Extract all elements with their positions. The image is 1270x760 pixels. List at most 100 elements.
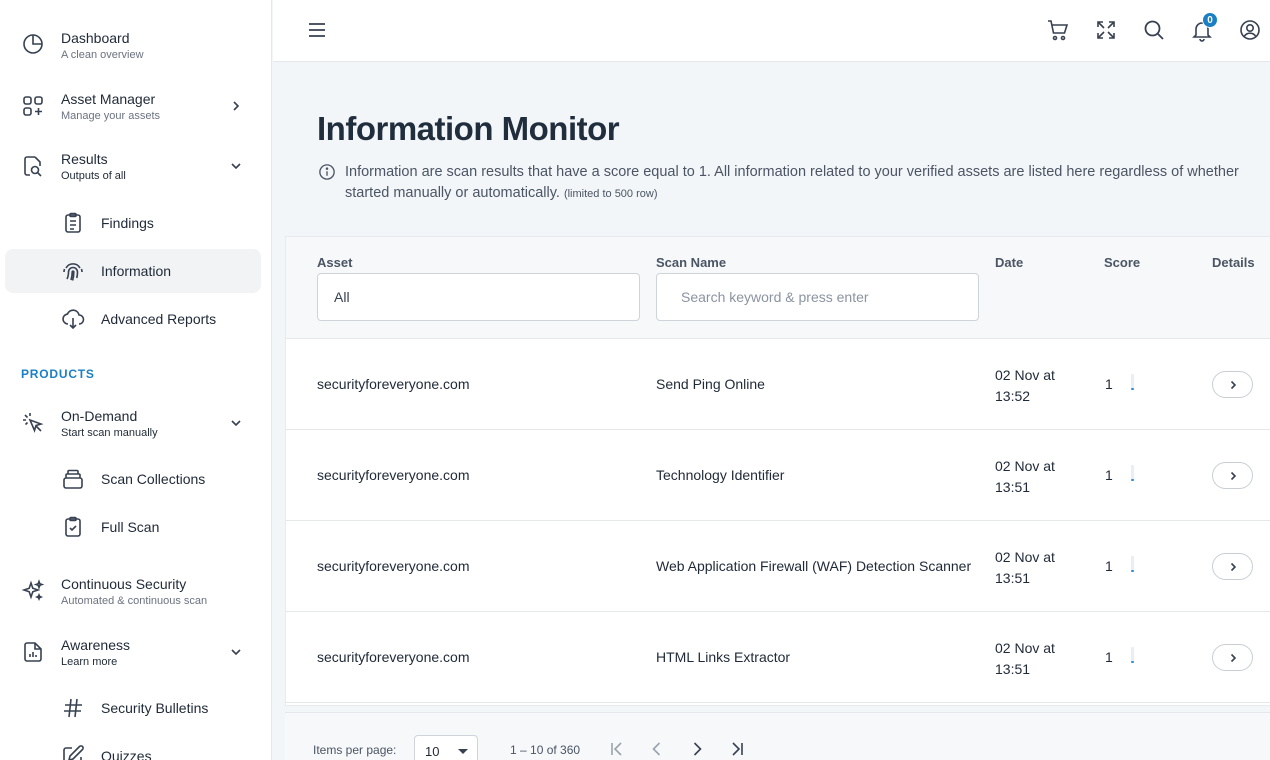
info-description: Information are scan results that have a… xyxy=(345,162,1245,205)
chevron-down-icon xyxy=(231,163,241,170)
next-page-icon[interactable] xyxy=(687,739,707,759)
nav-dashboard[interactable]: Dashboard A clean overview xyxy=(0,22,271,66)
table-row: securityforeveryone.com Send Ping Online… xyxy=(286,339,1270,430)
row-asset: securityforeveryone.com xyxy=(317,376,470,392)
last-page-icon[interactable] xyxy=(727,739,747,759)
top-bar: 0 xyxy=(273,0,1270,62)
nav-dashboard-title: Dashboard xyxy=(61,30,130,46)
stack-icon xyxy=(63,469,83,489)
row-score: 1 xyxy=(1105,649,1113,665)
clipboard-check-icon xyxy=(65,516,81,537)
nav-results-subtitle: Outputs of all xyxy=(61,170,126,182)
items-per-page-label: Items per page: xyxy=(313,743,397,757)
page-title: Information Monitor xyxy=(317,110,620,147)
nav-on-demand-subtitle: Start scan manually xyxy=(61,427,158,439)
row-scan-name: Web Application Firewall (WAF) Detection… xyxy=(656,558,972,574)
sparkles-icon xyxy=(21,579,45,602)
sidebar-item-quizzes[interactable]: Quizzes xyxy=(5,734,261,760)
score-bar-fill xyxy=(1131,388,1134,390)
table-row: securityforeveryone.com HTML Links Extra… xyxy=(286,612,1270,703)
score-bar-fill xyxy=(1131,570,1134,572)
row-asset: securityforeveryone.com xyxy=(317,558,470,574)
nav-awareness-subtitle: Learn more xyxy=(61,656,118,668)
row-score: 1 xyxy=(1105,467,1113,483)
score-bar xyxy=(1131,647,1134,663)
nav-on-demand[interactable]: On-Demand Start scan manually xyxy=(0,400,271,444)
nav-asset-manager[interactable]: Asset Manager Manage your assets xyxy=(0,83,271,127)
sidebar-item-advanced-reports[interactable]: Advanced Reports xyxy=(5,297,261,341)
nav-on-demand-title: On-Demand xyxy=(61,408,138,424)
info-description-text: Information are scan results that have a… xyxy=(345,164,1239,201)
info-note: (limited to 500 row) xyxy=(563,188,658,200)
row-score: 1 xyxy=(1105,558,1113,574)
nav-dashboard-subtitle: A clean overview xyxy=(61,49,144,61)
table-row: securityforeveryone.com Technology Ident… xyxy=(286,430,1270,521)
edit-icon xyxy=(63,745,84,760)
scan-name-search-input[interactable]: Search keyword & press enter xyxy=(656,273,979,321)
sidebar-item-findings[interactable]: Findings xyxy=(5,201,261,245)
score-bar-fill xyxy=(1131,479,1134,481)
page-range-label: 1 – 10 of 360 xyxy=(510,743,581,757)
asset-filter-select[interactable]: All xyxy=(317,273,640,321)
chevron-right-icon xyxy=(1230,562,1236,571)
column-header-asset: Asset xyxy=(317,255,353,270)
sidebar-item-label: Quizzes xyxy=(101,748,152,760)
sidebar-item-scan-collections[interactable]: Scan Collections xyxy=(5,457,261,501)
items-per-page-select[interactable]: 10 xyxy=(414,735,478,760)
sidebar-item-label: Security Bulletins xyxy=(101,700,209,716)
details-button[interactable] xyxy=(1212,644,1253,671)
nav-awareness-title: Awareness xyxy=(61,637,131,653)
row-date: 02 Nov at 13:52 xyxy=(995,367,1055,404)
sidebar-item-information[interactable]: Information xyxy=(5,249,261,293)
sidebar-item-label: Scan Collections xyxy=(101,471,206,487)
fingerprint-icon xyxy=(63,263,83,281)
cursor-click-icon xyxy=(23,413,44,433)
clipboard-list-icon xyxy=(65,212,81,233)
chevron-down-icon xyxy=(231,420,241,427)
file-search-icon xyxy=(24,156,42,177)
first-page-icon[interactable] xyxy=(607,739,627,759)
row-asset: securityforeveryone.com xyxy=(317,649,470,665)
column-header-date[interactable]: Date xyxy=(995,255,1023,270)
details-button[interactable] xyxy=(1212,553,1253,580)
apps-add-icon xyxy=(23,96,43,116)
row-scan-name: Send Ping Online xyxy=(656,376,765,392)
items-per-page-value: 10 xyxy=(425,744,440,759)
nav-awareness[interactable]: Awareness Learn more xyxy=(0,629,271,673)
cart-icon[interactable] xyxy=(1046,18,1070,42)
user-icon[interactable] xyxy=(1238,18,1262,42)
sidebar: Dashboard A clean overview Asset Manager… xyxy=(0,0,272,760)
table-row: securityforeveryone.com Web Application … xyxy=(286,521,1270,612)
search-icon[interactable] xyxy=(1142,18,1166,42)
nav-continuous-security-title: Continuous Security xyxy=(61,576,187,592)
sidebar-item-security-bulletins[interactable]: Security Bulletins xyxy=(5,686,261,730)
sidebar-item-label: Findings xyxy=(101,215,154,231)
pie-chart-icon xyxy=(23,34,43,54)
column-header-score[interactable]: Score xyxy=(1104,255,1140,270)
nav-continuous-security[interactable]: Continuous Security Automated & continuo… xyxy=(0,568,271,612)
cloud-download-icon xyxy=(62,309,85,330)
file-chart-icon xyxy=(24,642,42,662)
details-button[interactable] xyxy=(1212,371,1253,398)
nav-asset-manager-title: Asset Manager xyxy=(61,91,156,107)
row-date: 02 Nov at 13:51 xyxy=(995,640,1055,677)
row-asset: securityforeveryone.com xyxy=(317,467,470,483)
caret-down-icon xyxy=(458,749,468,754)
nav-results[interactable]: Results Outputs of all xyxy=(0,143,271,187)
details-button[interactable] xyxy=(1212,462,1253,489)
fullscreen-icon[interactable] xyxy=(1094,18,1118,42)
sidebar-item-full-scan[interactable]: Full Scan xyxy=(5,505,261,549)
column-header-scan-name: Scan Name xyxy=(656,255,727,270)
row-score: 1 xyxy=(1105,376,1113,392)
nav-asset-manager-subtitle: Manage your assets xyxy=(61,110,161,122)
row-date: 02 Nov at 13:51 xyxy=(995,549,1055,586)
notification-badge: 0 xyxy=(1202,12,1218,28)
row-date: 02 Nov at 13:51 xyxy=(995,458,1055,495)
chevron-down-icon xyxy=(231,649,241,656)
sidebar-item-label: Advanced Reports xyxy=(101,311,217,327)
nav-results-title: Results xyxy=(61,151,108,167)
previous-page-icon[interactable] xyxy=(647,739,667,759)
menu-icon[interactable] xyxy=(305,18,329,42)
sidebar-item-label: Full Scan xyxy=(101,519,160,535)
row-scan-name: Technology Identifier xyxy=(656,467,785,483)
